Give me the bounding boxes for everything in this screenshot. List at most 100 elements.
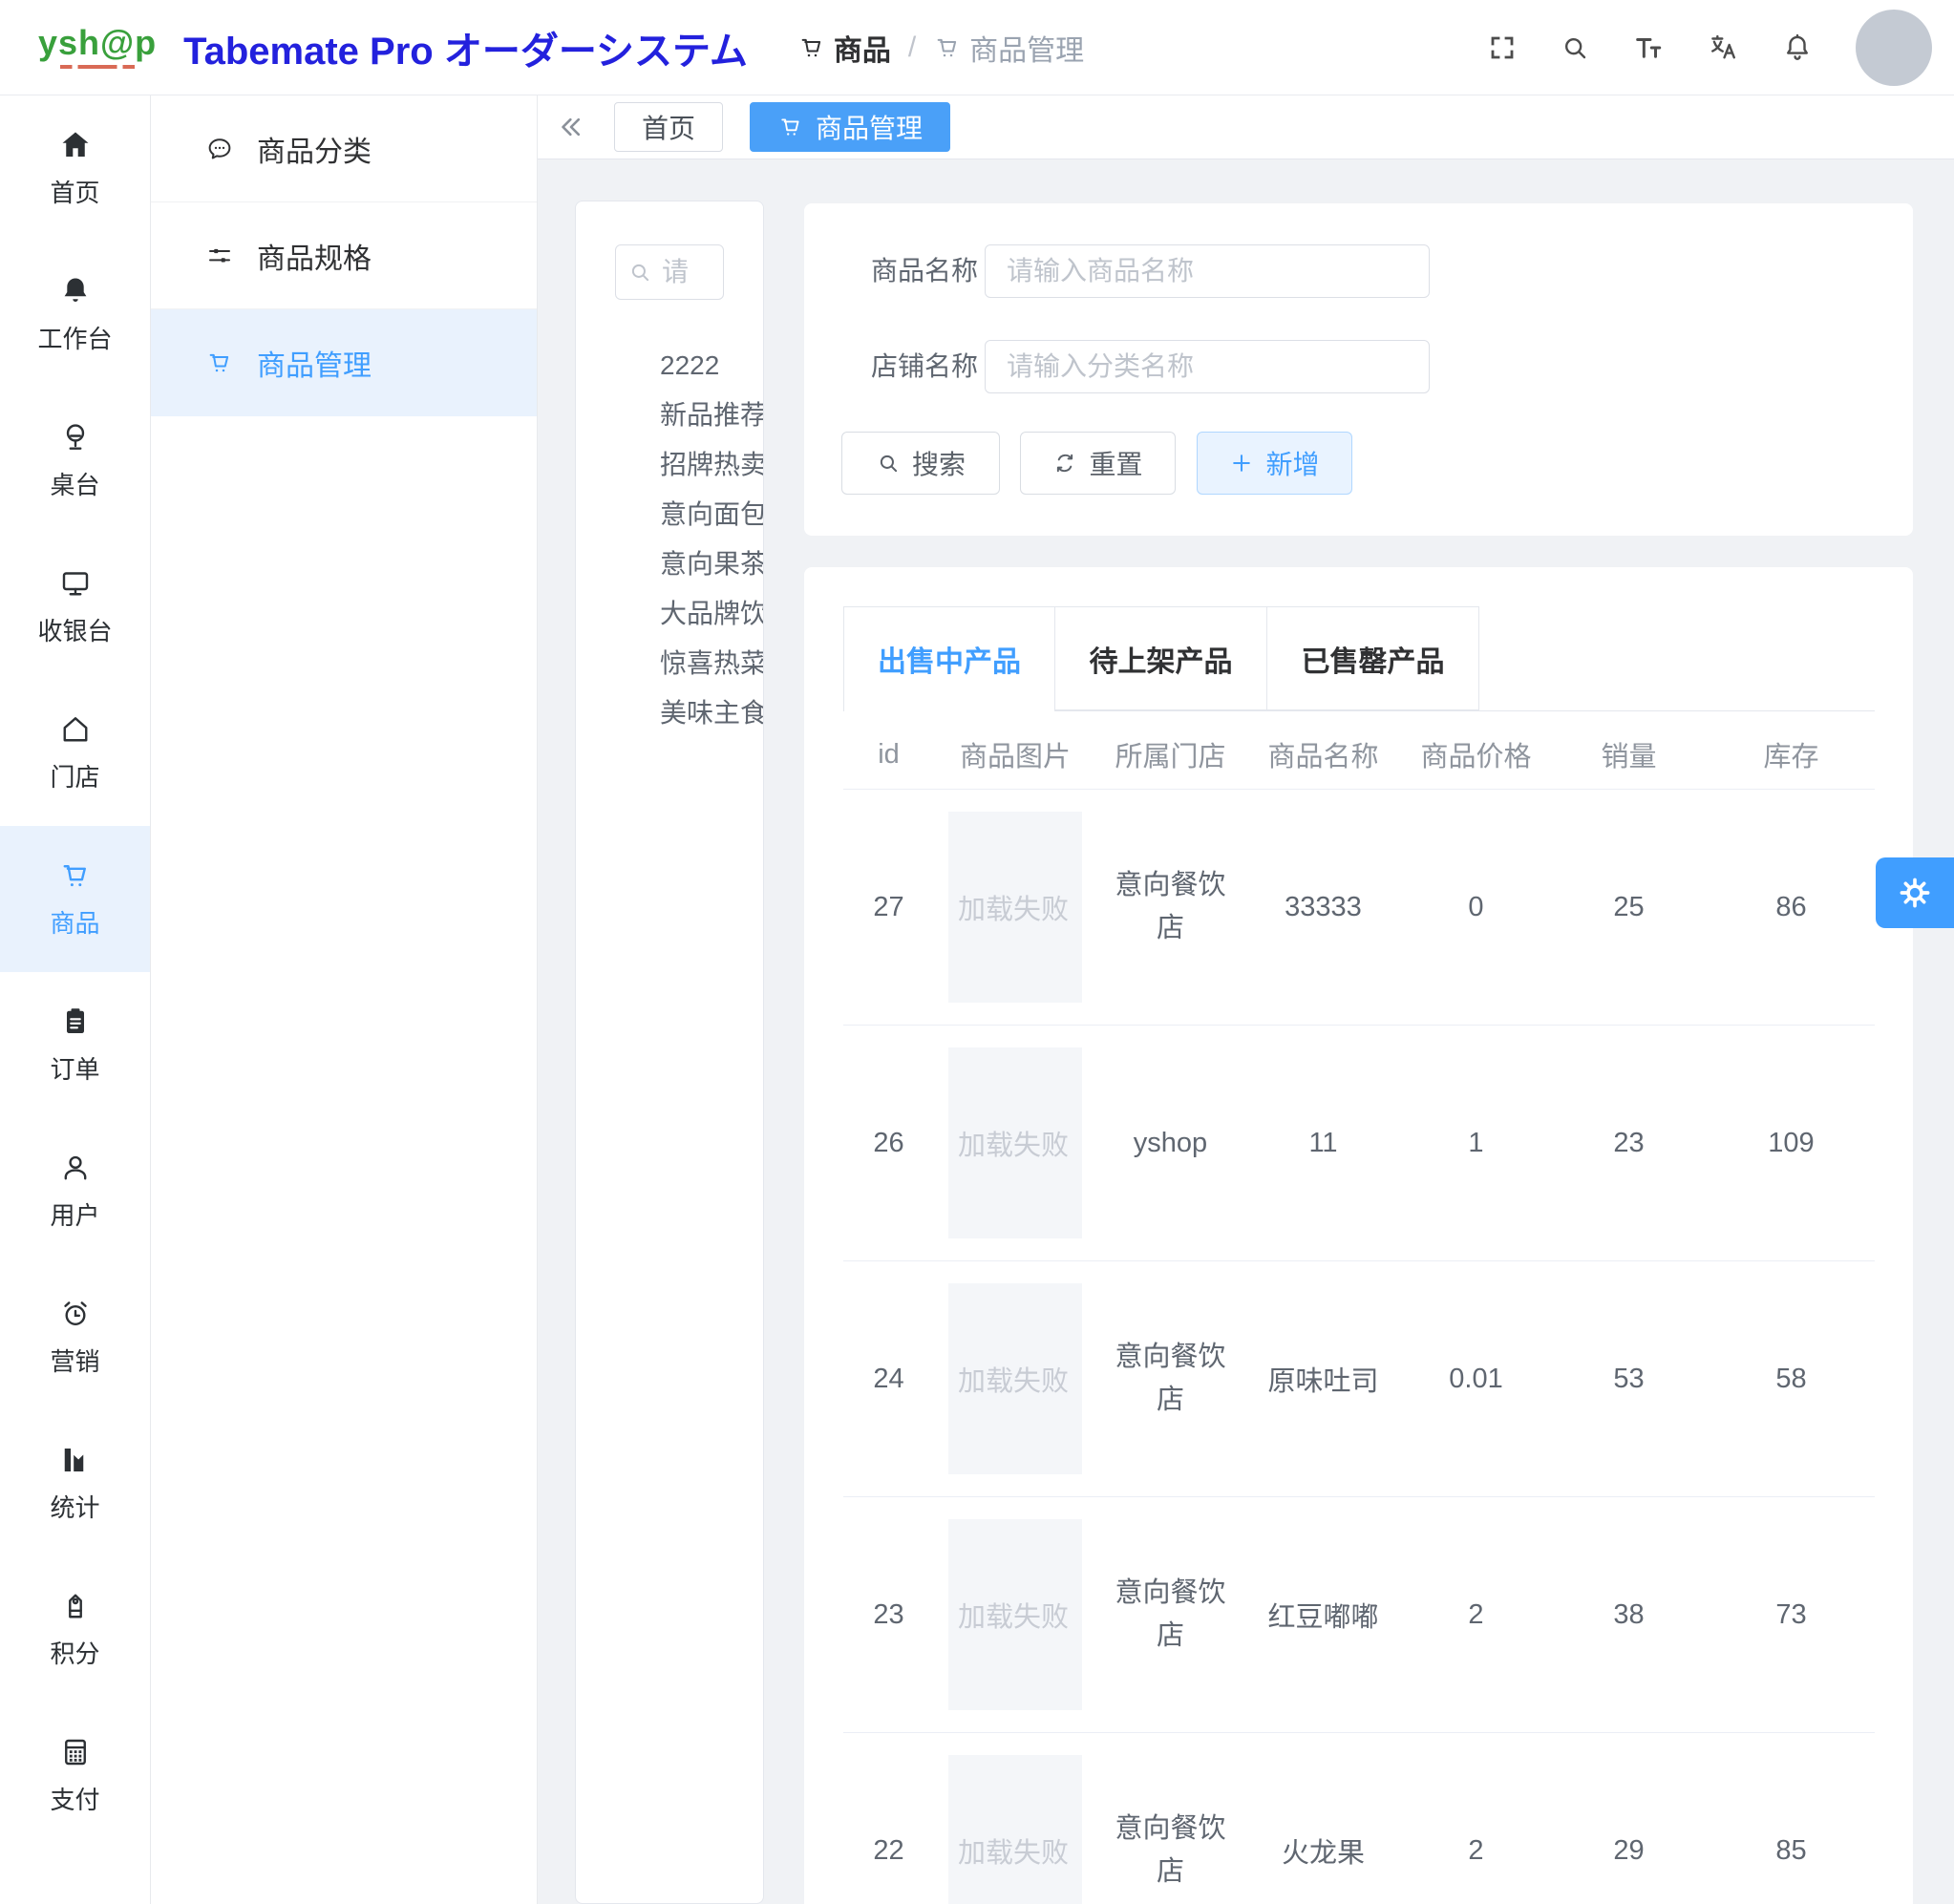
cell-price: 2 <box>1468 1835 1483 1867</box>
category-search-box[interactable] <box>615 244 724 300</box>
product-table: id 商品图片 所属门店 商品名称 商品价格 销量 库存 27 加载失败 意向餐… <box>843 720 1875 1904</box>
sidebar-item-payment[interactable]: 支付 <box>0 1703 150 1849</box>
sidebar-item-workbench[interactable]: 工作台 <box>0 242 150 388</box>
image-load-failed-text: 加载失败 <box>958 887 1069 927</box>
home-outline-icon <box>58 712 93 747</box>
submenu-item-manage[interactable]: 商品管理 <box>151 309 537 416</box>
cell-name: 火龙果 <box>1282 1830 1365 1871</box>
page-tabbar: 首页 商品管理 <box>538 95 1954 159</box>
font-size-icon[interactable] <box>1632 32 1665 64</box>
product-table-card: 出售中产品 待上架产品 已售罄产品 id 商品图片 所属门店 商品名称 商品价格… <box>804 567 1913 1904</box>
search-button[interactable]: 搜索 <box>841 432 1000 495</box>
cell-stock: 58 <box>1775 1364 1806 1395</box>
product-image-placeholder: 加载失败 <box>948 1283 1082 1474</box>
sidebar-item-users[interactable]: 用户 <box>0 1118 150 1264</box>
cart-icon <box>777 114 804 140</box>
category-item[interactable]: 意向面包 <box>576 490 764 539</box>
product-image-placeholder: 加载失败 <box>948 812 1082 1003</box>
store-name-label: 店铺名称 <box>871 340 986 393</box>
cell-name: 原味吐司 <box>1267 1359 1378 1399</box>
tag-icon <box>58 1589 93 1623</box>
clock-icon <box>58 1297 93 1331</box>
store-name-input[interactable] <box>985 340 1430 393</box>
sidebar-item-stats[interactable]: 统计 <box>0 1410 150 1556</box>
sidebar-item-goods[interactable]: 商品 <box>0 826 150 972</box>
cell-id: 23 <box>873 1599 903 1631</box>
product-status-tabs: 出售中产品 待上架产品 已售罄产品 <box>843 606 1875 711</box>
image-load-failed-text: 加载失败 <box>958 1595 1069 1635</box>
cell-sales: 23 <box>1613 1128 1644 1159</box>
product-tab-sold-out[interactable]: 已售罄产品 <box>1267 606 1479 710</box>
submenu-item-spec[interactable]: 商品规格 <box>151 202 537 309</box>
table-column-header: 商品名称 <box>1267 734 1378 774</box>
sidebar-item-tables[interactable]: 桌台 <box>0 388 150 534</box>
add-button[interactable]: 新增 <box>1197 432 1352 495</box>
breadcrumb-level2[interactable]: 商品管理 <box>933 27 1084 69</box>
cell-stock: 85 <box>1775 1835 1806 1867</box>
product-image-placeholder: 加载失败 <box>948 1519 1082 1710</box>
category-item[interactable]: 惊喜热菜 <box>576 639 764 688</box>
sidebar-item-cashier[interactable]: 收银台 <box>0 534 150 680</box>
table-column-header: id <box>878 739 900 771</box>
table-row[interactable]: 26 加载失败 yshop 11 1 23 109 <box>843 1026 1875 1261</box>
breadcrumb: 商品 / 商品管理 <box>797 27 1084 69</box>
cell-id: 27 <box>873 892 903 923</box>
notification-bell-icon[interactable] <box>1781 32 1814 64</box>
sidebar-item-orders[interactable]: 订单 <box>0 972 150 1118</box>
sidebar-item-home[interactable]: 首页 <box>0 95 150 242</box>
search-icon[interactable] <box>1560 32 1590 63</box>
cell-sales: 25 <box>1613 892 1644 923</box>
app-root: ysh@p Tabemate Pro オーダーシステム 商品 / 商品管理 <box>0 0 1954 1904</box>
product-tab-on-sale[interactable]: 出售中产品 <box>843 606 1055 710</box>
cell-store: 意向餐饮店 <box>1105 1572 1237 1658</box>
category-item[interactable]: 意向果茶 <box>576 539 764 589</box>
submenu-collapse-button[interactable] <box>555 111 587 143</box>
table-column-header: 商品图片 <box>960 734 1071 774</box>
cell-stock: 86 <box>1775 892 1806 923</box>
avatar[interactable] <box>1856 10 1932 86</box>
user-icon <box>58 1151 93 1185</box>
sidebar-item-points[interactable]: 积分 <box>0 1556 150 1703</box>
product-tab-pending[interactable]: 待上架产品 <box>1055 606 1267 710</box>
tab-goods-management[interactable]: 商品管理 <box>750 102 950 152</box>
reset-button[interactable]: 重置 <box>1020 432 1176 495</box>
chevrons-left-icon <box>555 111 587 143</box>
bell-filled-icon <box>58 274 93 308</box>
settings-flyout-button[interactable] <box>1876 857 1954 928</box>
cell-stock: 109 <box>1768 1128 1814 1159</box>
category-item[interactable]: 新品推荐 <box>576 391 764 440</box>
table-row[interactable]: 24 加载失败 意向餐饮店 原味吐司 0.01 53 58 <box>843 1261 1875 1497</box>
breadcrumb-level1[interactable]: 商品 <box>797 27 891 69</box>
clipboard-icon <box>58 1005 93 1039</box>
product-image-placeholder: 加载失败 <box>948 1755 1082 1904</box>
cell-price: 0 <box>1468 892 1483 923</box>
goods-submenu: 商品分类 商品规格 商品管理 <box>151 95 538 1904</box>
category-item[interactable]: 美味主食 <box>576 688 764 738</box>
app-header: ysh@p Tabemate Pro オーダーシステム 商品 / 商品管理 <box>0 0 1954 95</box>
cell-id: 22 <box>873 1835 903 1867</box>
translate-icon[interactable] <box>1707 32 1739 64</box>
table-row[interactable]: 23 加载失败 意向餐饮店 红豆嘟嘟 2 38 73 <box>843 1497 1875 1733</box>
category-item[interactable]: 2222 <box>576 341 764 391</box>
category-item[interactable]: 招牌热卖 <box>576 440 764 490</box>
submenu-item-category[interactable]: 商品分类 <box>151 95 537 202</box>
table-column-header: 商品价格 <box>1420 734 1531 774</box>
table-row[interactable]: 22 加载失败 意向餐饮店 火龙果 2 29 85 <box>843 1733 1875 1904</box>
fullscreen-icon[interactable] <box>1487 32 1518 63</box>
image-load-failed-text: 加载失败 <box>958 1830 1069 1871</box>
sidebar-item-marketing[interactable]: 营销 <box>0 1264 150 1410</box>
product-name-label: 商品名称 <box>871 244 986 298</box>
logo[interactable]: ysh@p <box>38 26 157 69</box>
category-search-input[interactable] <box>662 257 706 287</box>
cell-sales: 53 <box>1613 1364 1644 1395</box>
tab-home[interactable]: 首页 <box>614 102 723 152</box>
cell-id: 24 <box>873 1364 903 1395</box>
cell-sales: 38 <box>1613 1599 1644 1631</box>
sidebar-item-stores[interactable]: 门店 <box>0 680 150 826</box>
home-filled-icon <box>58 128 93 162</box>
cart-icon <box>58 858 93 893</box>
table-row[interactable]: 27 加载失败 意向餐饮店 33333 0 25 86 <box>843 790 1875 1026</box>
product-name-input[interactable] <box>985 244 1430 298</box>
cell-price: 0.01 <box>1449 1364 1502 1395</box>
category-item[interactable]: 大品牌饮 <box>576 589 764 639</box>
